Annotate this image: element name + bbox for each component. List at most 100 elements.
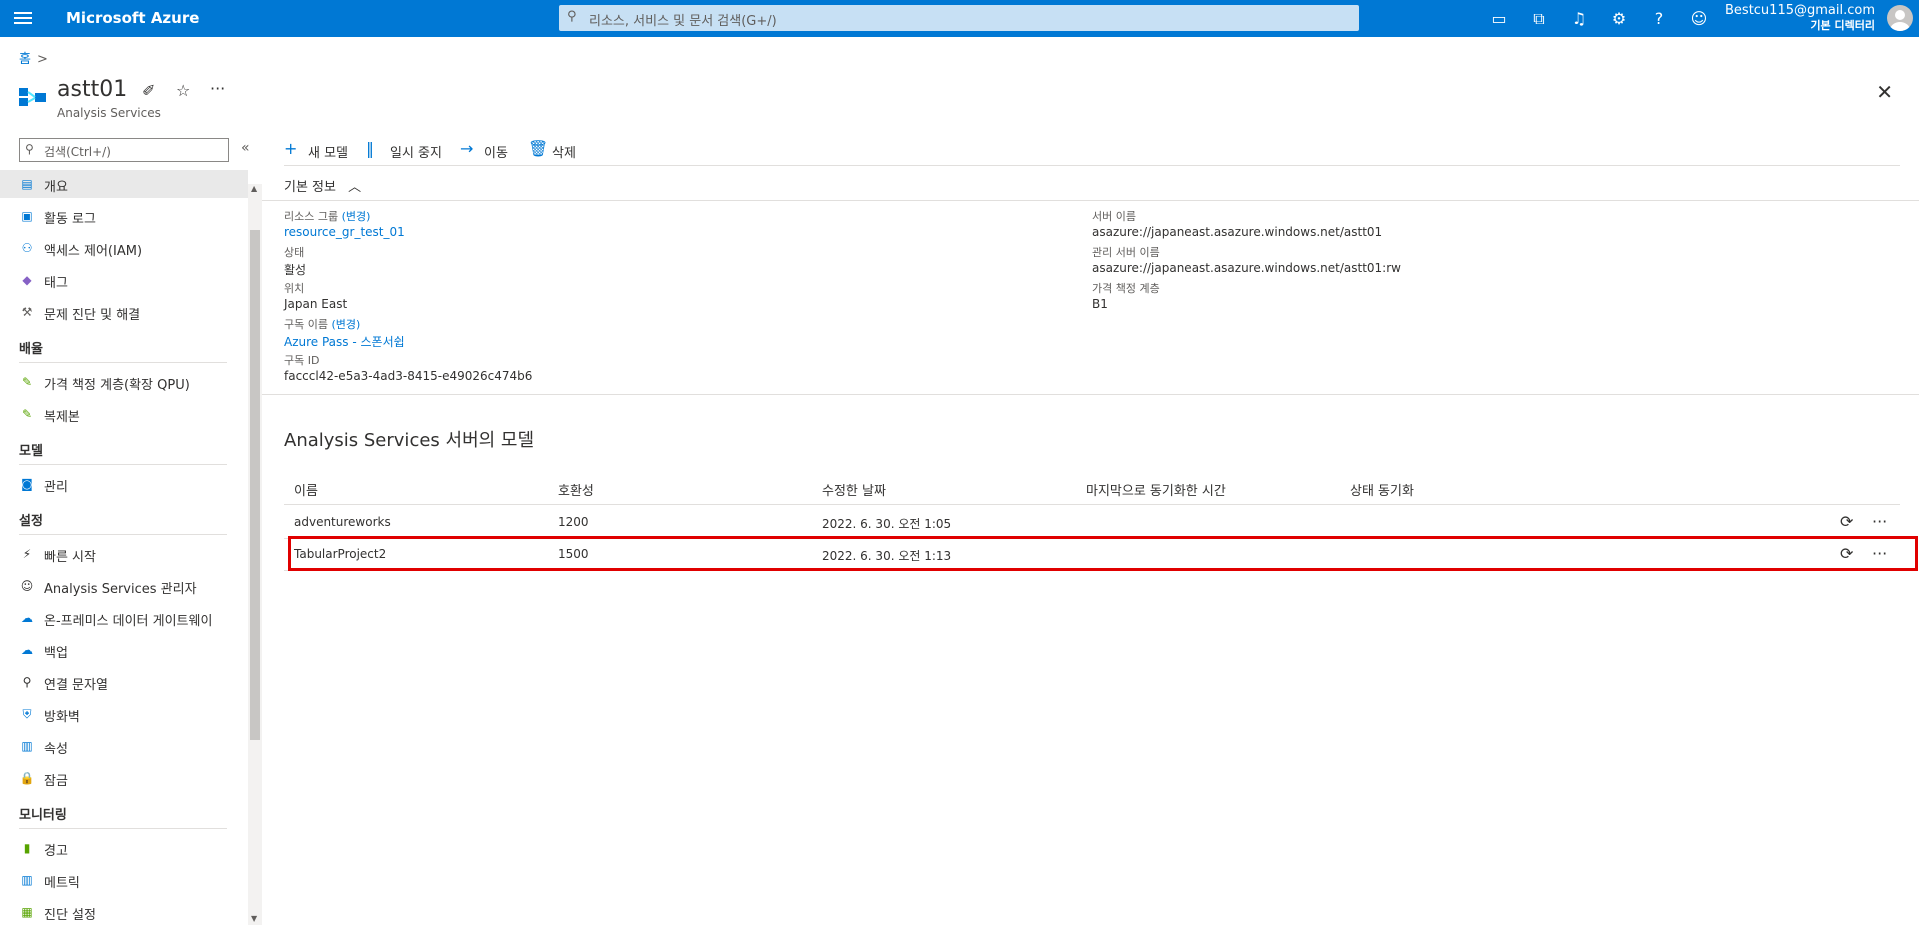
sidebar-item-label: 활동 로그 xyxy=(44,212,96,227)
table-row[interactable]: adventureworks 1200 2022. 6. 30. 오전 1:05 ⟳ ·… xyxy=(284,506,1900,538)
sidebar-item[interactable]: 🔒 잠금 xyxy=(0,764,248,792)
sidebar: ⚲ 검색(Ctrl+/) « ▲ ▼ ▤ 개요 ▣ 활동 로그 ⚇ 액세스 제어(IAM)… xyxy=(0,136,262,925)
sidebar-item[interactable]: ⚡ 빠른 시작 xyxy=(0,540,248,568)
feedback-icon[interactable]: ☺ xyxy=(1688,8,1710,30)
star-icon[interactable]: ☆ xyxy=(176,81,190,100)
column-header[interactable]: 마지막으로 동기화한 시간 xyxy=(1086,480,1226,499)
sidebar-scrollbar[interactable]: ▲ ▼ xyxy=(248,184,262,925)
sidebar-item-label: 가격 책정 계층(확장 QPU) xyxy=(44,378,190,393)
field-value: B1 xyxy=(1092,297,1108,311)
close-icon[interactable]: ✕ xyxy=(1876,80,1893,104)
collapse-sidebar-icon[interactable]: « xyxy=(241,140,250,156)
field-label: 구독 이름 (변경) xyxy=(284,318,361,331)
sidebar-item[interactable]: ✎ 가격 책정 계층(확장 QPU) xyxy=(0,368,248,396)
resource-type: Analysis Services xyxy=(57,106,161,120)
scroll-up-icon[interactable]: ▲ xyxy=(251,184,257,193)
field-label: 관리 서버 이름 xyxy=(1092,246,1160,259)
essentials-toggle[interactable]: 기본 정보 ︿ xyxy=(284,176,361,195)
sidebar-group-divider xyxy=(19,464,227,465)
sync-icon[interactable]: ⟳ xyxy=(1840,512,1853,531)
sidebar-item-label: 연결 문자열 xyxy=(44,678,108,693)
account-directory: 기본 디렉터리 xyxy=(1810,19,1875,32)
account-info[interactable]: Bestcu115@gmail.com 기본 디렉터리 xyxy=(1725,3,1875,33)
change-link[interactable]: (변경) xyxy=(338,210,371,223)
pricing-tier-icon: ✎ xyxy=(21,375,33,389)
analysis-services-icon xyxy=(19,88,46,106)
scroll-down-icon[interactable]: ▼ xyxy=(251,914,257,923)
sidebar-item-label: 백업 xyxy=(44,646,68,661)
sidebar-item[interactable]: ◙ 관리 xyxy=(0,470,248,498)
backup-icon: ☁ xyxy=(21,643,33,657)
field-value: asazure://japaneast.asazure.windows.net/… xyxy=(1092,261,1401,275)
sidebar-item[interactable]: ▮ 경고 xyxy=(0,834,248,862)
table-cell: 1200 xyxy=(558,515,589,529)
scroll-thumb[interactable] xyxy=(250,230,260,740)
field-label: 서버 이름 xyxy=(1092,210,1136,223)
overview-icon: ▤ xyxy=(21,177,33,191)
chevron-up-icon: ︿ xyxy=(348,180,362,195)
sidebar-item[interactable]: ◆ 태그 xyxy=(0,266,248,294)
sidebar-item-label: 방화벽 xyxy=(44,710,80,725)
field-label: 가격 책정 계층 xyxy=(1092,282,1160,295)
sidebar-item-label: 경고 xyxy=(44,844,68,859)
sidebar-item-label: Analysis Services 관리자 xyxy=(44,582,197,597)
column-header[interactable]: 이름 xyxy=(294,480,318,499)
models-section-title: Analysis Services 서버의 모델 xyxy=(284,430,535,451)
sidebar-item[interactable]: ▦ 진단 설정 xyxy=(0,898,248,925)
activity-log-icon: ▣ xyxy=(21,209,33,223)
sidebar-item[interactable]: ☁ 백업 xyxy=(0,636,248,664)
sidebar-item[interactable]: ⚒ 문제 진단 및 해결 xyxy=(0,298,248,326)
page-title: astt01 xyxy=(57,77,128,102)
sidebar-item[interactable]: ⚲ 연결 문자열 xyxy=(0,668,248,696)
field-value[interactable]: resource_gr_test_01 xyxy=(284,225,405,239)
more-icon[interactable]: ··· xyxy=(1872,512,1887,531)
breadcrumb-home[interactable]: 홈 xyxy=(19,52,31,67)
pin-icon[interactable]: ✐ xyxy=(142,81,155,100)
sidebar-item[interactable]: ⛨ 방화벽 xyxy=(0,700,248,728)
field-value[interactable]: Azure Pass - 스폰서쉽 xyxy=(284,333,405,350)
settings-icon[interactable]: ⚙ xyxy=(1608,8,1630,30)
more-icon[interactable]: ··· xyxy=(210,79,225,98)
sidebar-item[interactable]: ⚇ 액세스 제어(IAM) xyxy=(0,234,248,262)
sidebar-item-label: 속성 xyxy=(44,742,68,757)
iam-icon: ⚇ xyxy=(21,241,33,255)
breadcrumb-separator: > xyxy=(36,52,48,67)
column-header[interactable]: 수정한 날짜 xyxy=(822,480,886,499)
person-icon: ☺ xyxy=(20,579,34,593)
brand-title[interactable]: Microsoft Azure xyxy=(66,9,199,27)
sidebar-item-label: 액세스 제어(IAM) xyxy=(44,244,143,259)
breadcrumb: 홈 > xyxy=(19,48,48,67)
avatar[interactable] xyxy=(1887,5,1913,31)
sidebar-item[interactable]: ▥ 속성 xyxy=(0,732,248,760)
sidebar-item[interactable]: ▤ 개요 xyxy=(0,170,248,198)
sidebar-item[interactable]: ▣ 활동 로그 xyxy=(0,202,248,230)
table-header-divider xyxy=(284,504,1900,505)
essentials-bottom-divider xyxy=(262,394,1919,395)
essentials-top-divider xyxy=(262,200,1919,201)
sidebar-item[interactable]: ☁ 온-프레미스 데이터 게이트웨이 xyxy=(0,604,248,632)
column-header[interactable]: 호환성 xyxy=(558,480,594,499)
sidebar-item-label: 온-프레미스 데이터 게이트웨이 xyxy=(44,614,213,629)
replica-icon: ✎ xyxy=(21,407,33,421)
sidebar-item[interactable]: ☺ Analysis Services 관리자 xyxy=(0,572,248,600)
field-value: asazure://japaneast.asazure.windows.net/… xyxy=(1092,225,1383,239)
sidebar-item[interactable]: ▥ 메트릭 xyxy=(0,866,248,894)
cloud-shell-icon[interactable]: ▭ xyxy=(1488,8,1510,30)
sidebar-search-input[interactable]: ⚲ 검색(Ctrl+/) xyxy=(19,138,229,162)
metrics-icon: ▥ xyxy=(21,873,33,887)
sidebar-item-label: 잠금 xyxy=(44,774,68,789)
notifications-icon[interactable]: ♫ xyxy=(1568,8,1590,30)
table-cell: adventureworks xyxy=(294,515,391,529)
help-icon[interactable]: ? xyxy=(1648,8,1670,30)
column-header[interactable]: 상태 동기화 xyxy=(1350,480,1414,499)
manage-icon: ◙ xyxy=(21,477,33,491)
global-search-input[interactable]: ⚲ 리소스, 서비스 및 문서 검색(G+/) xyxy=(559,5,1359,31)
hamburger-menu-icon[interactable] xyxy=(14,9,32,27)
change-link[interactable]: (변경) xyxy=(328,318,360,331)
properties-icon: ▥ xyxy=(21,739,33,753)
directory-filter-icon[interactable]: ⧉ xyxy=(1528,8,1550,30)
lock-icon: 🔒 xyxy=(19,771,35,785)
plug-icon: ⚲ xyxy=(22,675,32,689)
sidebar-item[interactable]: ✎ 복제본 xyxy=(0,400,248,428)
field-label: 리소스 그룹 (변경) xyxy=(284,210,371,223)
